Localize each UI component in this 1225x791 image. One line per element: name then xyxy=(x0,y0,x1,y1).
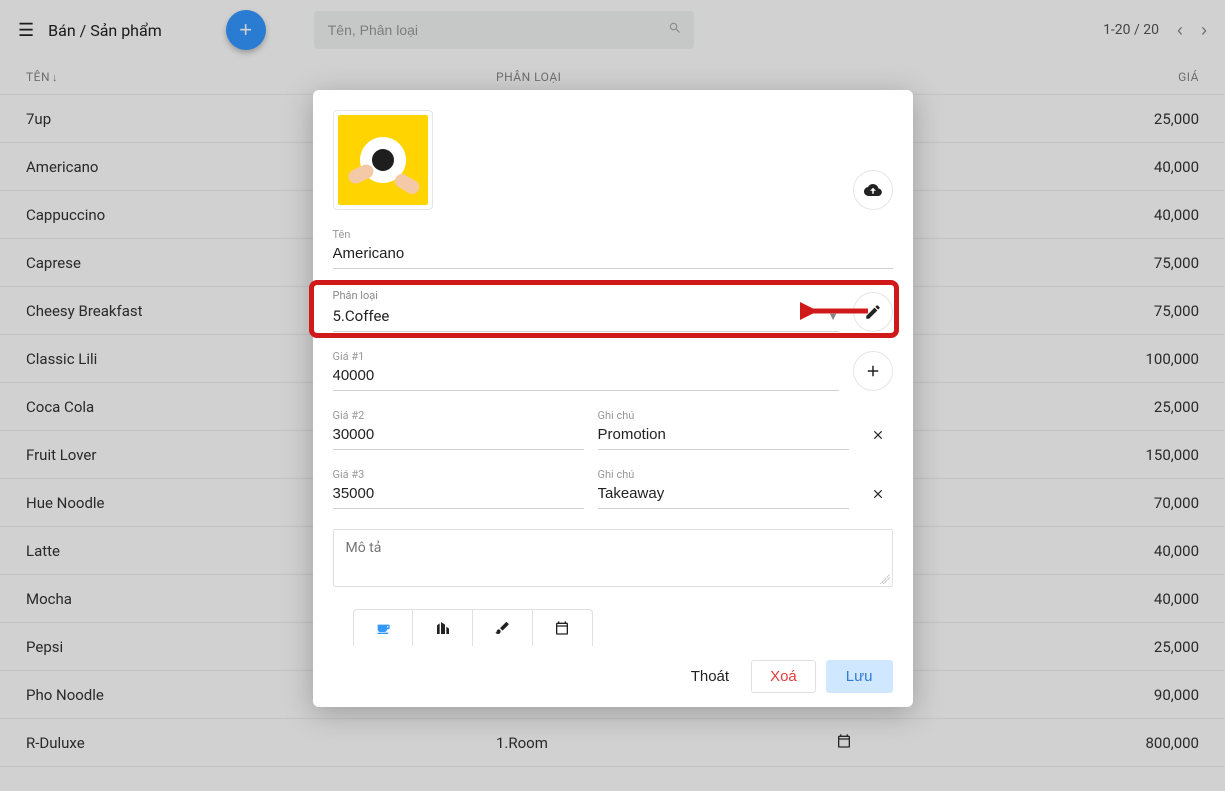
close-icon xyxy=(871,428,885,442)
plus-icon xyxy=(864,362,882,380)
description-input[interactable] xyxy=(334,530,892,582)
description-wrap xyxy=(333,529,893,587)
chevron-down-icon: ▼ xyxy=(828,310,839,323)
name-label: Tên xyxy=(333,228,893,241)
modal-footer: Thoát Xoá Lưu xyxy=(333,660,893,693)
price1-input[interactable] xyxy=(333,363,839,391)
price2-input[interactable] xyxy=(333,422,584,450)
price1-label: Giá #1 xyxy=(333,350,839,363)
cup-icon xyxy=(375,620,391,636)
price3-input[interactable] xyxy=(333,481,584,509)
delete-button[interactable]: Xoá xyxy=(751,660,816,693)
tab-food[interactable] xyxy=(413,610,473,646)
modal-overlay: Tên Phân loại 5.Coffee ▼ Giá #1 xyxy=(0,0,1225,791)
note2-input[interactable] xyxy=(598,422,849,450)
remove-price3-button[interactable] xyxy=(863,479,893,509)
resize-handle-icon[interactable] xyxy=(880,574,890,584)
product-thumbnail[interactable] xyxy=(333,110,433,210)
category-label: Phân loại xyxy=(333,289,378,302)
calendar-icon xyxy=(554,620,570,636)
brush-icon xyxy=(494,620,510,636)
type-tabbar xyxy=(353,609,593,646)
name-input[interactable] xyxy=(333,241,893,269)
product-modal: Tên Phân loại 5.Coffee ▼ Giá #1 xyxy=(313,90,913,707)
upload-image-button[interactable] xyxy=(853,170,893,210)
category-value: 5.Coffee xyxy=(333,307,390,325)
cloud-upload-icon xyxy=(864,181,882,199)
note2-label: Ghi chú xyxy=(598,409,849,422)
note3-label: Ghi chú xyxy=(598,468,849,481)
tab-service[interactable] xyxy=(473,610,533,646)
note3-input[interactable] xyxy=(598,481,849,509)
price2-label: Giá #2 xyxy=(333,409,584,422)
save-button[interactable]: Lưu xyxy=(826,660,893,693)
tab-drink[interactable] xyxy=(354,610,414,646)
remove-price2-button[interactable] xyxy=(863,420,893,450)
add-price-button[interactable] xyxy=(853,351,893,391)
edit-category-button[interactable] xyxy=(853,292,893,332)
buildings-icon xyxy=(435,620,451,636)
close-icon xyxy=(871,487,885,501)
category-field[interactable]: Phân loại 5.Coffee ▼ xyxy=(333,287,839,332)
exit-button[interactable]: Thoát xyxy=(679,660,741,693)
edit-icon xyxy=(864,303,882,321)
price3-label: Giá #3 xyxy=(333,468,584,481)
tab-schedule[interactable] xyxy=(533,610,592,646)
